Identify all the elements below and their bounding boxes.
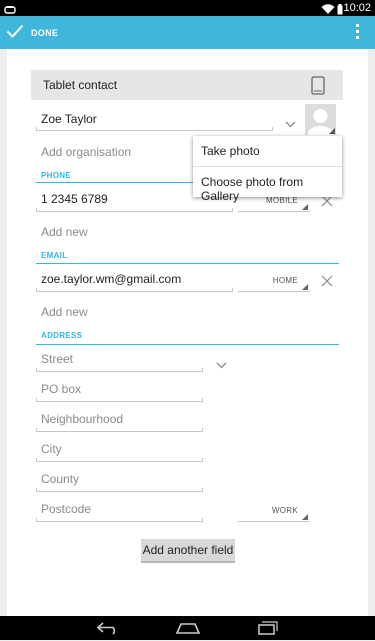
- neighbourhood-underline: [36, 428, 203, 432]
- back-icon[interactable]: [96, 620, 120, 641]
- address-section-line: [36, 344, 339, 345]
- city-underline: [36, 458, 203, 462]
- postcode-underline: [36, 518, 203, 522]
- organisation-field[interactable]: Add organisation: [41, 145, 131, 159]
- street-field[interactable]: Street: [41, 352, 73, 366]
- address-type-label: WORK: [271, 506, 298, 515]
- address-section-title: ADDRESS: [41, 331, 83, 340]
- phone-field[interactable]: 1 2345 6789: [41, 192, 108, 206]
- county-underline: [36, 488, 203, 492]
- tablet-icon: [311, 76, 325, 100]
- phone-underline: [36, 208, 233, 212]
- done-label: DONE: [31, 28, 59, 38]
- add-new-phone[interactable]: Add new: [41, 225, 88, 239]
- account-label: Tablet contact: [43, 78, 118, 92]
- home-icon[interactable]: [175, 620, 201, 641]
- remove-email-icon[interactable]: [320, 274, 334, 288]
- address-type-spinner[interactable]: WORK: [238, 502, 310, 522]
- contact-photo[interactable]: [305, 104, 336, 135]
- po-box-underline: [36, 398, 203, 402]
- po-box-field[interactable]: PO box: [41, 382, 81, 396]
- email-section-title: EMAIL: [41, 251, 68, 260]
- county-field[interactable]: County: [41, 472, 79, 486]
- done-button[interactable]: DONE: [6, 20, 58, 46]
- chevron-down-icon[interactable]: [285, 115, 296, 133]
- street-underline: [36, 368, 203, 372]
- add-new-email[interactable]: Add new: [41, 305, 88, 319]
- name-underline: [36, 127, 273, 131]
- account-header: Tablet contact: [31, 70, 343, 100]
- overflow-menu-icon[interactable]: [353, 24, 361, 42]
- neighbourhood-field[interactable]: Neighbourhood: [41, 412, 123, 426]
- postcode-field[interactable]: Postcode: [41, 502, 91, 516]
- navigation-bar: [0, 616, 375, 640]
- name-field[interactable]: Zoe Taylor: [41, 112, 97, 126]
- email-type-label: HOME: [272, 276, 298, 285]
- menu-item-take-photo[interactable]: Take photo: [201, 144, 260, 158]
- email-field[interactable]: zoe.taylor.wm@gmail.com: [41, 272, 181, 286]
- menu-item-choose-from-gallery[interactable]: Choose photo from Gallery: [201, 175, 342, 203]
- menu-divider: [193, 166, 342, 167]
- photo-options-menu: Take photo Choose photo from Gallery: [193, 136, 342, 203]
- email-underline: [36, 288, 233, 292]
- chevron-down-icon[interactable]: [216, 356, 227, 374]
- status-time: 10:02: [343, 2, 371, 14]
- city-field[interactable]: City: [41, 442, 62, 456]
- status-bar: 10:02: [0, 0, 375, 16]
- checkmark-icon: [6, 24, 24, 43]
- recent-apps-icon[interactable]: [257, 620, 279, 641]
- phone-section-title: PHONE: [41, 171, 71, 180]
- email-type-spinner[interactable]: HOME: [238, 272, 310, 292]
- action-bar: DONE: [0, 16, 375, 49]
- add-another-field-button[interactable]: Add another field: [141, 539, 235, 563]
- email-section-line: [36, 263, 339, 264]
